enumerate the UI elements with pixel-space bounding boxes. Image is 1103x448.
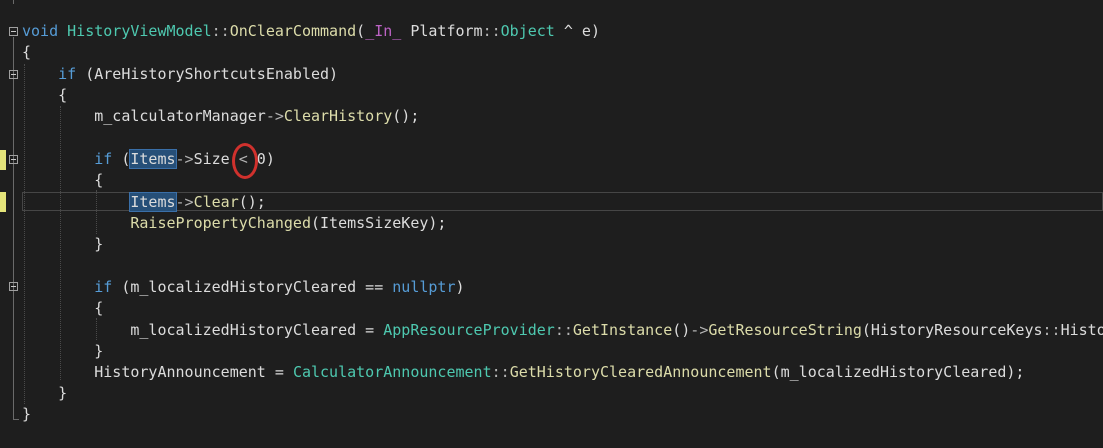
code-token: } xyxy=(22,342,104,360)
code-token: ClearHistory xyxy=(283,107,393,125)
change-marker-icon xyxy=(0,150,6,170)
code-token: :: xyxy=(482,22,501,40)
code-token: (ItemsSizeKey); xyxy=(311,214,447,232)
code-token: GetInstance xyxy=(572,321,673,339)
code-token: ( xyxy=(112,150,131,168)
code-token: (HistoryResourceKeys xyxy=(861,321,1043,339)
fold-collapse-icon[interactable] xyxy=(9,282,18,291)
code-line[interactable]: m_localizedHistoryCleared = AppResourceP… xyxy=(22,320,1103,341)
code-token: -> xyxy=(175,150,194,168)
code-token: :: xyxy=(491,363,510,381)
code-line[interactable]: } xyxy=(22,341,103,362)
code-token: if xyxy=(58,65,77,83)
code-line[interactable]: { xyxy=(22,85,67,106)
code-token: -> xyxy=(175,193,194,211)
code-line[interactable] xyxy=(22,128,94,149)
code-token: Object xyxy=(500,22,555,40)
code-token: { xyxy=(22,171,104,189)
code-token: Items xyxy=(129,149,177,169)
code-token: Histo xyxy=(1060,321,1103,339)
code-token: AppResourceProvider xyxy=(383,321,555,339)
code-token: { xyxy=(22,299,104,317)
code-token: } xyxy=(22,405,32,423)
code-token: ) xyxy=(455,278,465,296)
code-line[interactable]: RaisePropertyChanged(ItemsSizeKey); xyxy=(22,213,446,234)
code-token: :: xyxy=(211,22,230,40)
code-token: (m_localizedHistoryCleared == xyxy=(112,278,393,296)
code-token: Items xyxy=(129,192,177,212)
code-token: Clear xyxy=(193,193,239,211)
fold-line-top xyxy=(13,0,14,4)
fold-collapse-icon[interactable] xyxy=(9,155,18,164)
fold-end-function xyxy=(13,419,19,420)
code-line[interactable]: { xyxy=(22,298,103,319)
code-line[interactable]: } xyxy=(22,404,31,425)
code-token: :: xyxy=(554,321,573,339)
code-token: -> xyxy=(690,321,709,339)
code-line[interactable]: } xyxy=(22,234,103,255)
code-line[interactable]: { xyxy=(22,42,31,63)
code-token: m_calculatorManager xyxy=(22,107,266,125)
code-token: () xyxy=(672,321,691,339)
code-token: Platform xyxy=(401,22,483,40)
code-token: GetResourceString xyxy=(708,321,862,339)
code-token: void xyxy=(22,22,59,40)
fold-collapse-icon[interactable] xyxy=(9,27,18,36)
code-token: -> xyxy=(265,107,284,125)
code-editor[interactable]: void HistoryViewModel::OnClearCommand(_I… xyxy=(0,0,1103,448)
code-token: ( xyxy=(356,22,366,40)
code-line[interactable]: Items->Clear(); xyxy=(22,192,266,213)
code-token: GetHistoryClearedAnnouncement xyxy=(509,363,772,381)
code-token: _In_ xyxy=(365,22,402,40)
code-line[interactable]: { xyxy=(22,170,103,191)
code-token: RaisePropertyChanged xyxy=(130,214,311,232)
code-line[interactable]: if (AreHistoryShortcutsEnabled) xyxy=(22,64,338,85)
code-token: m_localizedHistoryCleared = xyxy=(22,321,384,339)
code-line[interactable]: if (m_localizedHistoryCleared == nullptr… xyxy=(22,277,465,298)
code-line[interactable]: void HistoryViewModel::OnClearCommand(_I… xyxy=(22,21,600,42)
code-token: :: xyxy=(1042,321,1061,339)
code-token: (); xyxy=(238,193,266,211)
code-token: ^ e) xyxy=(554,22,600,40)
code-token: HistoryAnnouncement = xyxy=(22,363,293,381)
code-line[interactable]: HistoryAnnouncement = CalculatorAnnounce… xyxy=(22,362,1024,383)
code-token: } xyxy=(22,384,68,402)
code-token: nullptr xyxy=(392,278,456,296)
code-token: { xyxy=(22,43,32,61)
change-marker-icon xyxy=(0,192,6,212)
code-token: { xyxy=(22,86,68,104)
code-token: OnClearCommand xyxy=(229,22,357,40)
code-token: (); xyxy=(392,107,420,125)
fold-collapse-icon[interactable] xyxy=(9,70,18,79)
code-token: (AreHistoryShortcutsEnabled) xyxy=(76,65,339,83)
code-token: HistoryViewModel xyxy=(58,22,212,40)
code-line[interactable]: m_calculatorManager->ClearHistory(); xyxy=(22,106,419,127)
code-token: if xyxy=(94,150,113,168)
code-token: } xyxy=(22,235,104,253)
annotation-circle-icon xyxy=(232,143,258,179)
code-token: if xyxy=(94,278,113,296)
code-token: CalculatorAnnouncement xyxy=(292,363,492,381)
code-line[interactable]: } xyxy=(22,383,67,404)
code-token: (m_localizedHistoryCleared); xyxy=(771,363,1025,381)
fold-line-function xyxy=(13,37,14,419)
